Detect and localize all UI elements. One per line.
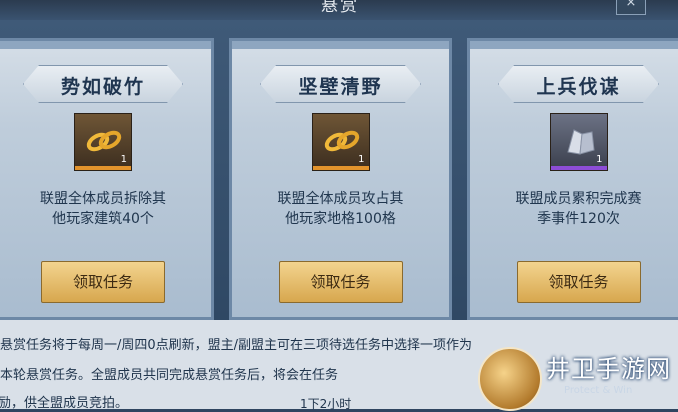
watermark-logo-icon: [478, 347, 542, 411]
desc-line: 联盟全体成员拆除其: [40, 191, 166, 207]
rarity-bar: [75, 166, 131, 170]
reward-item-slot[interactable]: 1: [549, 113, 608, 171]
silver-ore-icon: [566, 129, 595, 155]
desc-line: 联盟全体成员攻占其: [277, 191, 404, 207]
item-count: 1: [596, 154, 603, 165]
bounty-card-1: 势如破竹 1 联盟全体成员拆除其 他玩家建筑40个 领取任务: [0, 38, 214, 320]
card-title-banner: 坚壁清野: [260, 65, 421, 103]
gold-chain-icon: [324, 130, 359, 152]
card-title: 坚壁清野: [298, 76, 383, 98]
desc-line: 联盟成员累积完成赛: [515, 191, 642, 207]
item-count: 1: [120, 154, 127, 165]
card-description: 联盟成员累积完成赛 季事件120次: [480, 189, 677, 229]
info-text: 悬赏任务将于每周一/周四0点刷新，盟主/副盟主可在三项待选任务中选择一项作为: [0, 338, 473, 353]
desc-line: 他玩家地格100格: [285, 211, 396, 227]
card-description: 联盟全体成员攻占其 他玩家地格100格: [242, 189, 439, 229]
reward-item-slot[interactable]: 1: [311, 113, 370, 171]
claim-task-button[interactable]: 领取任务: [278, 261, 403, 303]
desc-line: 他玩家建筑40个: [52, 211, 154, 227]
card-title-banner: 势如破竹: [23, 65, 183, 103]
desc-line: 季事件120次: [537, 211, 620, 227]
item-count: 1: [358, 154, 365, 165]
reward-item-slot[interactable]: 1: [74, 113, 132, 171]
claim-task-button[interactable]: 领取任务: [41, 261, 165, 303]
bounty-card-3: 上兵伐谋 1 联盟成员累积完成赛 季事件120次 领取任务: [467, 38, 678, 320]
rarity-bar: [312, 166, 369, 170]
card-description: 联盟全体成员拆除其 他玩家建筑40个: [5, 189, 201, 229]
card-title: 上兵伐谋: [536, 76, 621, 98]
card-title-banner: 上兵伐谋: [498, 65, 659, 103]
top-bar: 悬赏 ×: [0, 0, 678, 20]
gold-chain-icon: [86, 130, 122, 152]
claim-task-button[interactable]: 领取任务: [516, 261, 641, 303]
page-indicator: 1下2小时: [300, 397, 352, 411]
watermark-text: 井卫手游网: [546, 355, 671, 383]
watermark-subtext: Protect & Win: [564, 385, 633, 396]
page-title: 悬赏: [321, 0, 359, 16]
info-text: 本轮悬赏任务。全盟成员共同完成悬赏任务后，将会在任务: [0, 368, 339, 383]
info-text: 励，供全盟成员竞拍。: [0, 396, 129, 411]
site-watermark: 井卫手游网 Protect & Win: [478, 345, 678, 411]
bounty-card-2: 坚壁清野 1 联盟全体成员攻占其 他玩家地格100格 领取任务: [229, 38, 452, 320]
close-button[interactable]: ×: [616, 0, 646, 15]
card-title: 势如破竹: [60, 76, 145, 98]
rarity-bar: [550, 166, 607, 170]
